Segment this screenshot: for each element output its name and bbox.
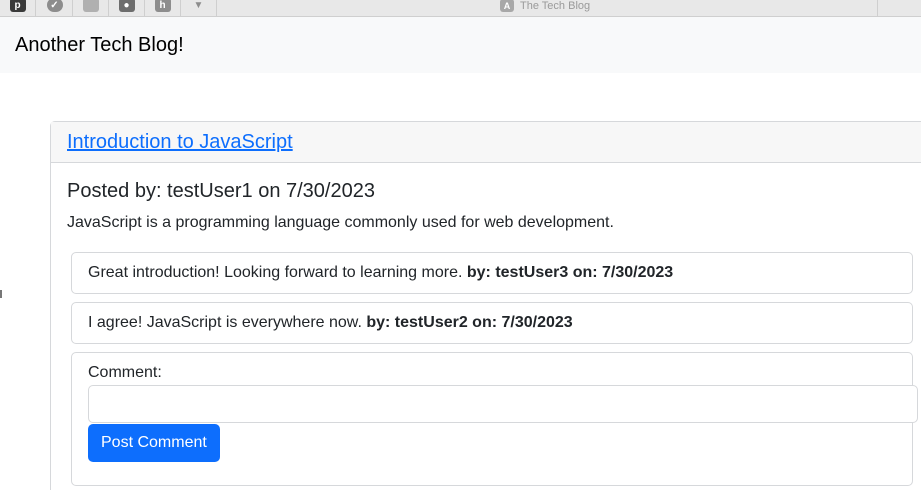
post-card-body: Posted by: testUser1 on 7/30/2023 JavaSc… <box>51 163 921 486</box>
post-title-link[interactable]: Introduction to JavaScript <box>67 131 293 153</box>
comment-form: Comment: Post Comment <box>71 352 918 486</box>
tab-title[interactable]: A The Tech Blog <box>500 0 590 14</box>
extension-square-icon <box>82 0 99 12</box>
toolbar-button-pinboard[interactable]: p <box>0 0 36 17</box>
post-comment-button[interactable]: Post Comment <box>88 424 220 462</box>
pocket-icon: ✓ <box>46 0 63 12</box>
toolbar-button-h[interactable]: h <box>145 0 181 17</box>
comment-meta: by: testUser2 on: 7/30/2023 <box>366 314 573 331</box>
navbar: Another Tech Blog! <box>0 17 921 73</box>
window-edge-marker <box>0 290 2 298</box>
pinboard-icon: p <box>9 0 26 12</box>
comment-meta: by: testUser3 on: 7/30/2023 <box>466 264 674 281</box>
ghost-icon: ● <box>118 0 135 12</box>
comment-text: Great introduction! Looking forward to l… <box>88 264 463 281</box>
comment-item: Great introduction! Looking forward to l… <box>71 252 913 294</box>
post-card: Introduction to JavaScript Posted by: te… <box>50 121 921 490</box>
site-brand[interactable]: Another Tech Blog! <box>15 34 184 57</box>
browser-toolbar: p ✓ ● h ▼ A The Tech Blog <box>0 0 921 17</box>
h-extension-icon: h <box>154 0 171 12</box>
site-favicon-icon: A <box>500 0 514 12</box>
toolbar-divider <box>877 0 878 17</box>
filter-icon: ▼ <box>193 0 204 11</box>
tab-title-text: The Tech Blog <box>520 0 591 12</box>
toolbar-button-extension[interactable] <box>73 0 109 17</box>
comment-input[interactable] <box>88 385 918 423</box>
post-content: JavaScript is a programming language com… <box>67 214 614 231</box>
comment-label: Comment: <box>88 364 162 381</box>
toolbar-button-filter[interactable]: ▼ <box>181 0 217 17</box>
post-author-line: Posted by: testUser1 on 7/30/2023 <box>67 180 375 202</box>
comment-text: I agree! JavaScript is everywhere now. <box>88 314 362 331</box>
post-card-header: Introduction to JavaScript <box>51 122 921 163</box>
toolbar-button-ghost[interactable]: ● <box>109 0 145 17</box>
comment-item: I agree! JavaScript is everywhere now. b… <box>71 302 913 344</box>
toolbar-button-pocket[interactable]: ✓ <box>37 0 73 17</box>
